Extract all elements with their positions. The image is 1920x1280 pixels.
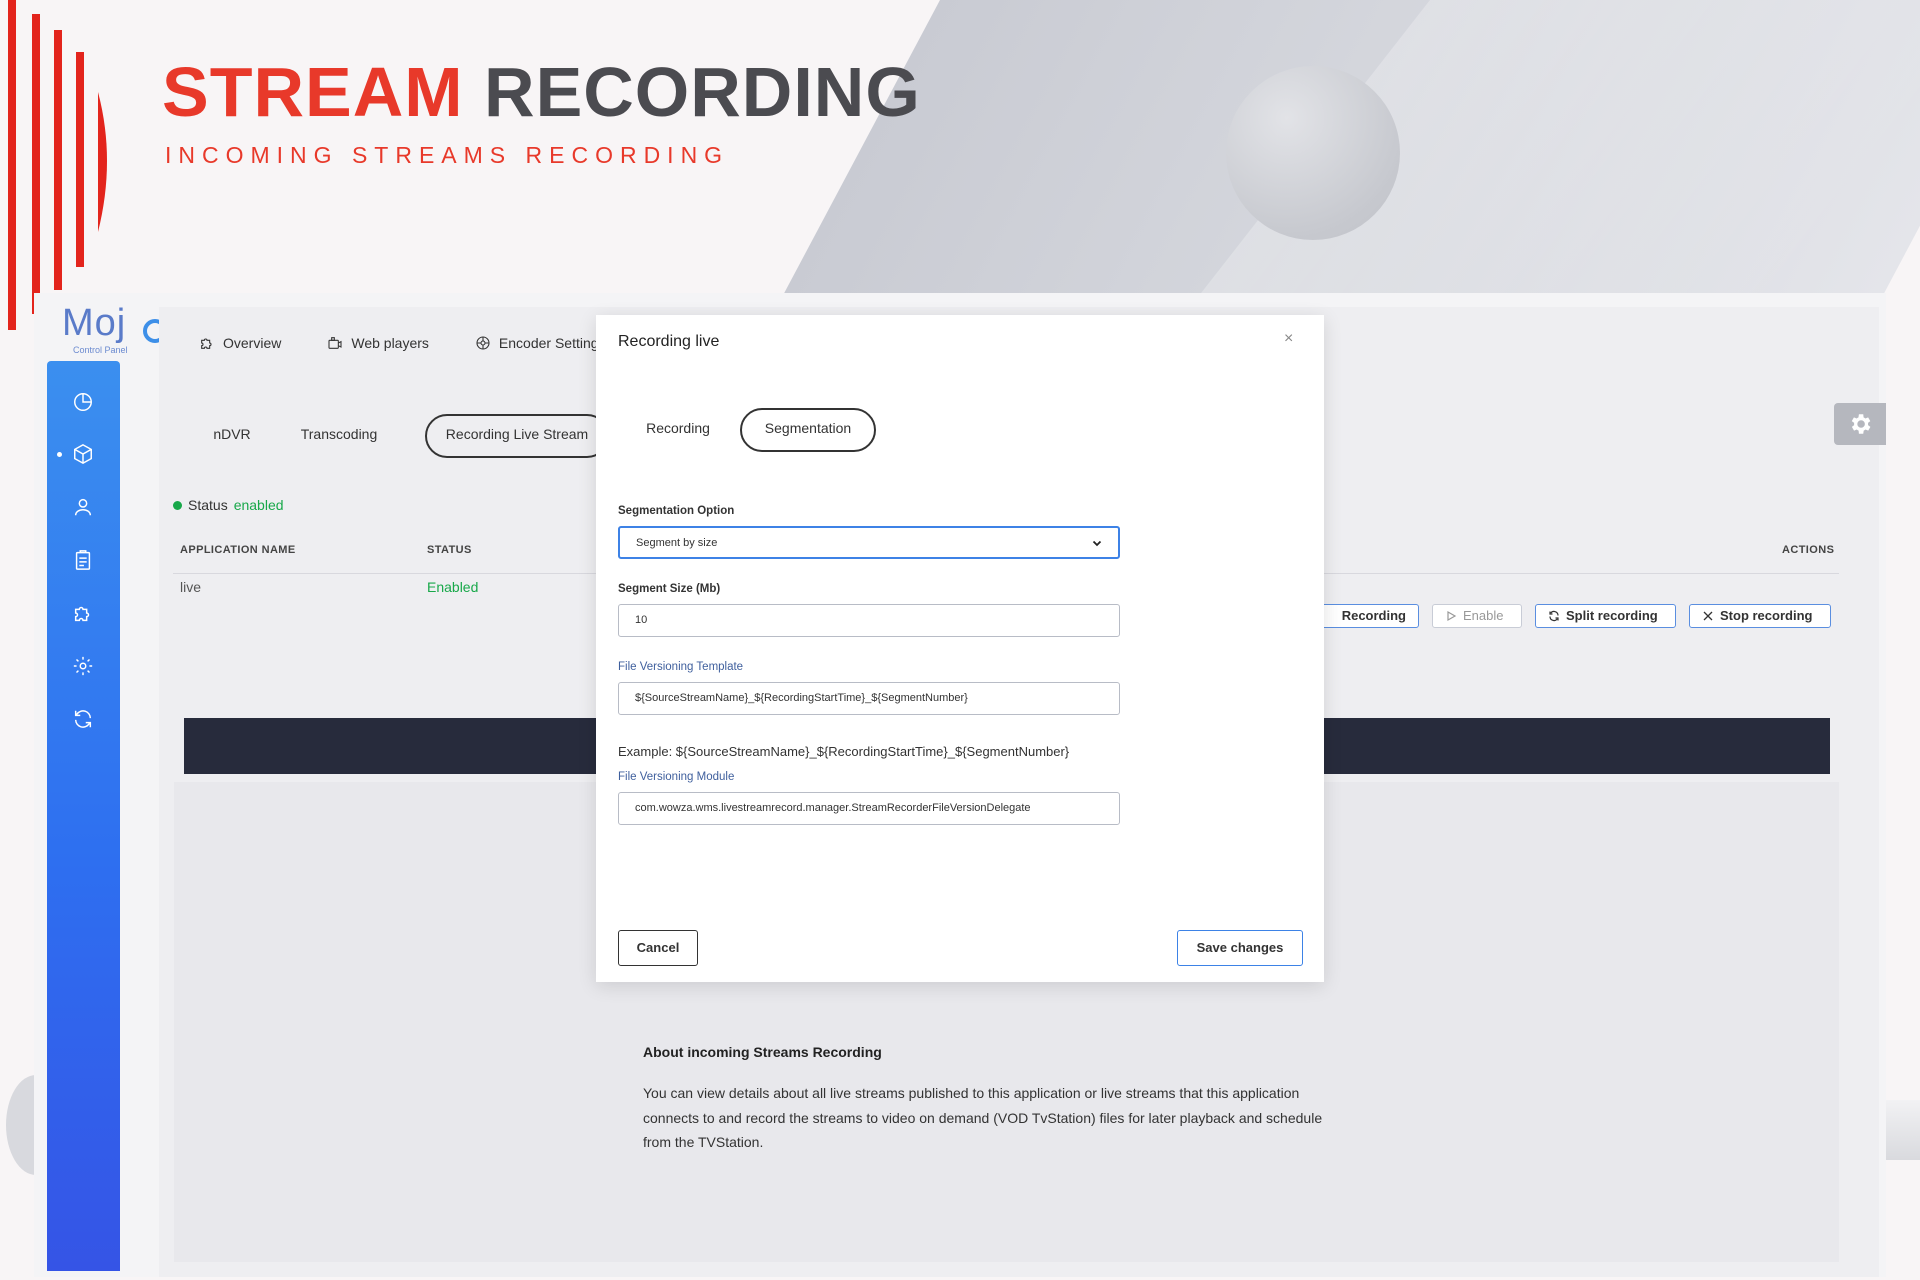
refresh-icon[interactable] — [72, 708, 94, 730]
table-cell-status: Enabled — [427, 579, 479, 595]
puzzle-icon[interactable] — [72, 602, 94, 624]
segmentation-option-select[interactable]: Segment by size — [618, 526, 1120, 559]
nav-encoder-settings-label: Encoder Setting — [498, 335, 599, 351]
close-icon[interactable]: × — [1284, 330, 1293, 348]
nav-encoder-settings[interactable]: Encoder Setting — [475, 335, 599, 351]
subtabs: nDVR Transcoding Recording Live Stream — [159, 414, 609, 458]
split-recording-label: Split recording — [1566, 608, 1658, 623]
banner-decorative-circle — [1226, 66, 1400, 240]
segment-size-input[interactable]: 10 — [618, 604, 1120, 637]
col-actions: ACTIONS — [1782, 544, 1835, 556]
top-nav: Overview Web players Encoder Setting — [199, 335, 599, 351]
active-indicator — [57, 452, 62, 457]
cube-icon[interactable] — [72, 443, 94, 465]
segmentation-option-label: Segmentation Option — [618, 505, 735, 517]
nav-overview-label: Overview — [223, 335, 282, 351]
status-label: Status — [188, 497, 228, 513]
logo[interactable]: Moj Control Panel — [62, 302, 167, 355]
puzzle-icon — [201, 338, 212, 349]
recording-button[interactable]: Recording — [1309, 604, 1419, 628]
cancel-button[interactable]: Cancel — [618, 930, 698, 966]
logo-subtitle: Control Panel — [73, 345, 128, 355]
about-title: About incoming Streams Recording — [643, 1044, 882, 1060]
status-value: enabled — [233, 497, 284, 513]
dashboard-icon[interactable] — [72, 391, 94, 413]
floating-settings-button[interactable] — [1834, 403, 1886, 445]
file-versioning-module-label: File Versioning Module — [618, 771, 735, 783]
save-changes-button[interactable]: Save changes — [1177, 930, 1303, 966]
about-text: You can view details about all live stre… — [643, 1085, 1323, 1150]
banner-title-gray: RECORDING — [484, 53, 921, 131]
banner-title: STREAM RECORDING — [162, 52, 921, 132]
encoder-icon — [476, 336, 490, 350]
split-recording-button[interactable]: Split recording — [1535, 604, 1676, 628]
tab-transcoding[interactable]: Transcoding — [289, 414, 389, 454]
modal-title: Recording live — [618, 333, 720, 350]
gear-icon — [1851, 414, 1871, 434]
segment-size-label: Segment Size (Mb) — [618, 583, 721, 595]
user-icon[interactable] — [72, 496, 94, 518]
segmentation-option-value: Segment by size — [636, 536, 718, 549]
status-line: Status enabled — [173, 497, 284, 513]
stop-recording-label: Stop recording — [1720, 608, 1813, 623]
tab-recording-live-stream[interactable]: Recording Live Stream — [425, 414, 609, 458]
tab-ndvr[interactable]: nDVR — [197, 414, 267, 454]
chevron-down-icon — [1092, 540, 1102, 546]
status-dot — [173, 500, 182, 510]
col-status: STATUS — [427, 544, 472, 556]
red-stripes-decoration — [8, 0, 107, 330]
close-icon — [1703, 611, 1713, 621]
nav-web-players[interactable]: Web players — [327, 335, 429, 351]
banner-subtitle: INCOMING STREAMS RECORDING — [165, 142, 730, 168]
file-versioning-template-input[interactable]: ${SourceStreamName}_${RecordingStartTime… — [618, 682, 1120, 715]
template-example: Example: ${SourceStreamName}_${Recording… — [618, 744, 1070, 759]
file-versioning-template-label: File Versioning Template — [618, 661, 744, 673]
settings-icon[interactable] — [72, 655, 94, 677]
nav-overview[interactable]: Overview — [199, 335, 281, 351]
sidebar — [47, 361, 120, 1271]
banner-title-red: STREAM — [162, 53, 464, 131]
enable-button-label: Enable — [1463, 608, 1504, 623]
nav-web-players-label: Web players — [351, 335, 429, 351]
recording-button-label: Recording — [1341, 608, 1406, 623]
clipboard-icon[interactable] — [72, 549, 94, 571]
refresh-icon — [1549, 610, 1559, 622]
enable-button[interactable]: Enable — [1432, 604, 1522, 628]
decorative-fade — [1880, 1100, 1920, 1160]
table-cell-app: live — [180, 579, 202, 595]
play-icon — [1447, 610, 1457, 622]
modal-tab-recording[interactable]: Recording — [634, 408, 722, 448]
player-icon — [328, 337, 342, 349]
modal-tab-segmentation[interactable]: Segmentation — [740, 408, 876, 452]
recording-modal: Recording live × Recording Segmentation … — [596, 315, 1324, 982]
file-versioning-module-input[interactable]: com.wowza.wms.livestreamrecord.manager.S… — [618, 792, 1120, 825]
stop-recording-button[interactable]: Stop recording — [1689, 604, 1831, 628]
col-application-name: APPLICATION NAME — [180, 544, 296, 556]
logo-text: Moj — [62, 302, 127, 344]
